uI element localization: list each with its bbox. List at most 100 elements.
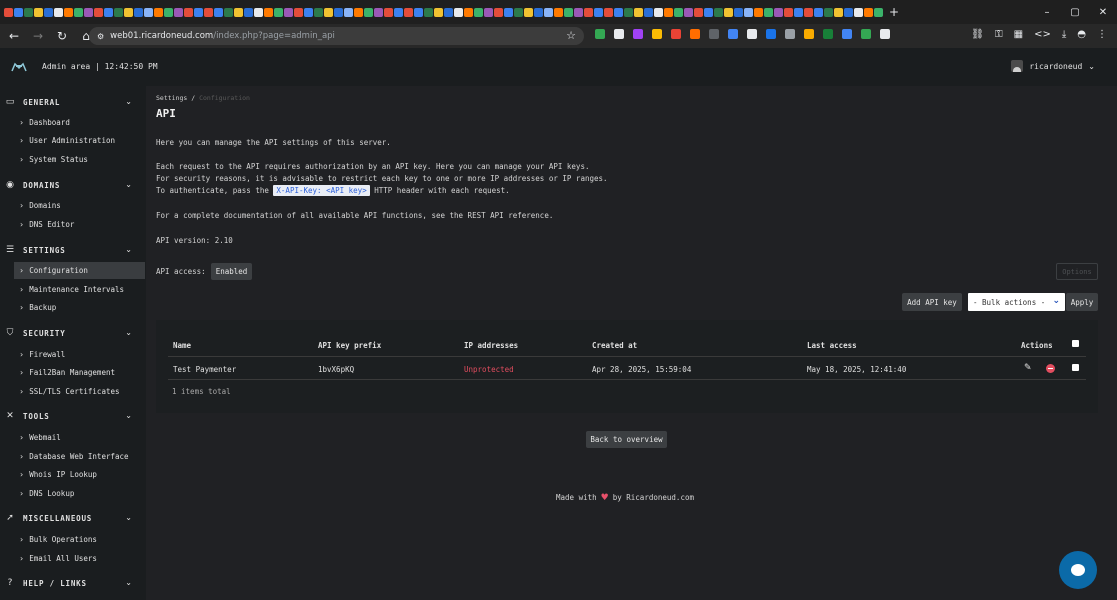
- maximize-icon[interactable]: ▢: [1061, 0, 1089, 24]
- tab-favicon-icon[interactable]: [264, 7, 273, 17]
- tab-favicon-icon[interactable]: [484, 7, 493, 17]
- extension-icon[interactable]: [728, 29, 738, 39]
- tab-favicon-icon[interactable]: [604, 7, 613, 17]
- minimize-icon[interactable]: –: [1033, 0, 1061, 24]
- site-info-icon[interactable]: ⚙: [97, 32, 104, 41]
- back-to-overview-button[interactable]: Back to overview: [586, 431, 667, 448]
- sidebar-item-whois-ip-lookup[interactable]: › Whois IP Lookup: [14, 466, 145, 483]
- delete-icon[interactable]: [1046, 364, 1055, 373]
- tab-favicon-icon[interactable]: [694, 7, 703, 17]
- sidebar-item-webmail[interactable]: › Webmail: [14, 429, 145, 446]
- tab-favicon-icon[interactable]: [584, 7, 593, 17]
- apply-button[interactable]: Apply: [1066, 293, 1098, 311]
- tab-favicon-icon[interactable]: [644, 7, 653, 17]
- tab-favicon-icon[interactable]: [174, 7, 183, 17]
- tab-favicon-icon[interactable]: [364, 7, 373, 17]
- sidebar-item-backup[interactable]: › Backup: [14, 299, 145, 316]
- extension-icon[interactable]: [595, 29, 605, 39]
- breadcrumb-settings[interactable]: Settings: [156, 94, 187, 102]
- grid-icon[interactable]: ▦: [1014, 29, 1023, 40]
- row-checkbox[interactable]: [1072, 364, 1079, 371]
- tab-favicon-icon[interactable]: [854, 7, 863, 17]
- tab-favicon-icon[interactable]: [714, 7, 723, 17]
- tab-favicon-icon[interactable]: [434, 7, 443, 17]
- pencil-icon[interactable]: ✎: [1024, 363, 1034, 373]
- sidebar-item-dns-lookup[interactable]: › DNS Lookup: [14, 485, 145, 502]
- tab-favicon-icon[interactable]: [624, 7, 633, 17]
- user-menu[interactable]: ricardoneud ⌄: [1011, 60, 1095, 72]
- tab-favicon-icon[interactable]: [34, 7, 43, 17]
- new-tab-button[interactable]: +: [889, 5, 899, 19]
- tab-favicon-icon[interactable]: [764, 7, 773, 17]
- tab-favicon-icon[interactable]: [524, 7, 533, 17]
- tab-favicon-icon[interactable]: [134, 7, 143, 17]
- tab-favicon-icon[interactable]: [614, 7, 623, 17]
- sidebar-item-bulk-operations[interactable]: › Bulk Operations: [14, 531, 145, 548]
- tab-favicon-icon[interactable]: [814, 7, 823, 17]
- api-access-status-badge[interactable]: Enabled: [211, 263, 252, 280]
- sidebar-section-tools[interactable]: ✕ TOOLS ⌄: [0, 408, 146, 424]
- tab-favicon-icon[interactable]: [444, 7, 453, 17]
- tab-favicon-icon[interactable]: [414, 7, 423, 17]
- tab-favicon-icon[interactable]: [114, 7, 123, 17]
- sidebar-section-domains[interactable]: ◉ DOMAINS ⌄: [0, 177, 146, 193]
- tab-favicon-icon[interactable]: [304, 7, 313, 17]
- tab-favicon-icon[interactable]: [744, 7, 753, 17]
- tab-favicon-icon[interactable]: [724, 7, 733, 17]
- tab-favicon-icon[interactable]: [594, 7, 603, 17]
- tab-favicon-icon[interactable]: [84, 7, 93, 17]
- tab-favicon-icon[interactable]: [324, 7, 333, 17]
- sidebar-section-general[interactable]: ▭ GENERAL ⌄: [0, 94, 146, 110]
- tab-favicon-icon[interactable]: [244, 7, 253, 17]
- tab-favicon-icon[interactable]: [774, 7, 783, 17]
- tab-favicon-icon[interactable]: [354, 7, 363, 17]
- tab-favicon-icon[interactable]: [504, 7, 513, 17]
- extension-icon[interactable]: [823, 29, 833, 39]
- tab-favicon-icon[interactable]: [384, 7, 393, 17]
- tab-favicon-icon[interactable]: [394, 7, 403, 17]
- sidebar-item-user-administration[interactable]: › User Administration: [14, 132, 145, 149]
- tab-favicon-icon[interactable]: [254, 7, 263, 17]
- tab-favicon-icon[interactable]: [674, 7, 683, 17]
- tab-favicon-icon[interactable]: [104, 7, 113, 17]
- tab-favicon-icon[interactable]: [204, 7, 213, 17]
- sidebar-item-ssl-tls-certificates[interactable]: › SSL/TLS Certificates: [14, 383, 145, 400]
- tab-favicon-icon[interactable]: [424, 7, 433, 17]
- tab-favicon-icon[interactable]: [474, 7, 483, 17]
- tab-favicon-icon[interactable]: [784, 7, 793, 17]
- extension-icon[interactable]: [671, 29, 681, 39]
- extension-icon[interactable]: [747, 29, 757, 39]
- tab-favicon-icon[interactable]: [404, 7, 413, 17]
- tab-favicon-icon[interactable]: [664, 7, 673, 17]
- tab-favicon-icon[interactable]: [24, 7, 33, 17]
- reload-icon[interactable]: ↻: [52, 26, 72, 46]
- tab-favicon-icon[interactable]: [224, 7, 233, 17]
- key-icon[interactable]: ⚿: [995, 29, 1003, 40]
- link-icon[interactable]: ⛓: [971, 29, 984, 40]
- tab-favicon-icon[interactable]: [214, 7, 223, 17]
- tab-favicon-icon[interactable]: [284, 7, 293, 17]
- tab-favicon-icon[interactable]: [314, 7, 323, 17]
- tab-favicon-icon[interactable]: [454, 7, 463, 17]
- tab-favicon-icon[interactable]: [54, 7, 63, 17]
- forward-arrow-icon[interactable]: →: [28, 26, 48, 46]
- sidebar-item-configuration[interactable]: › Configuration: [14, 262, 145, 279]
- tab-favicon-icon[interactable]: [554, 7, 563, 17]
- tab-favicon-icon[interactable]: [64, 7, 73, 17]
- sidebar-item-dashboard[interactable]: › Dashboard: [14, 114, 145, 131]
- tab-favicon-icon[interactable]: [494, 7, 503, 17]
- extension-icon[interactable]: [690, 29, 700, 39]
- sidebar-item-system-status[interactable]: › System Status: [14, 151, 145, 168]
- tab-favicon-icon[interactable]: [14, 7, 23, 17]
- sidebar-item-dns-editor[interactable]: › DNS Editor: [14, 216, 145, 233]
- tab-favicon-icon[interactable]: [824, 7, 833, 17]
- tab-favicon-icon[interactable]: [154, 7, 163, 17]
- sidebar-item-email-all-users[interactable]: › Email All Users: [14, 550, 145, 567]
- extension-icon[interactable]: [861, 29, 871, 39]
- tab-favicon-icon[interactable]: [74, 7, 83, 17]
- add-api-key-button[interactable]: Add API key: [902, 293, 962, 311]
- extension-icon[interactable]: [785, 29, 795, 39]
- logo-icon[interactable]: [11, 62, 27, 72]
- extension-icon[interactable]: [633, 29, 643, 39]
- sidebar-section-security[interactable]: ⛉ SECURITY ⌄: [0, 325, 146, 341]
